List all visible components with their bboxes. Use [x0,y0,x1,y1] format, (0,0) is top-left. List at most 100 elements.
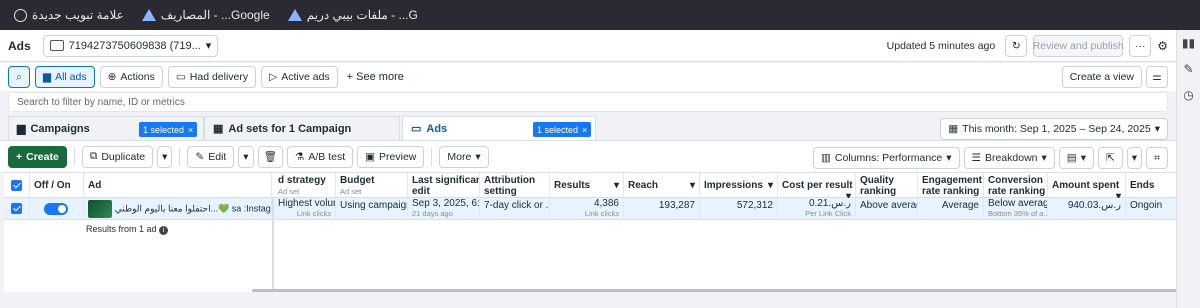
refresh-button[interactable]: ↻ [1005,35,1028,57]
chart-button[interactable]: ⌗ [1146,147,1168,169]
breakdown-button[interactable]: ☰ Breakdown ▾ [963,147,1055,169]
date-range-picker[interactable]: ▦ This month: Sep 1, 2025 – Sep 24, 2025… [940,118,1168,140]
more-options-button[interactable]: ··· [1129,35,1152,57]
col-amount-spent[interactable]: Amount spent ▾ [1048,173,1126,199]
ads-manager: Ads 7194273750609838 (719... ▾ Updated 5… [0,30,1176,308]
bookmark-new-tab[interactable]: علامة تبويب جديدة [14,8,124,22]
col-ad[interactable]: Ad [84,173,272,199]
columns-button[interactable]: ▥ Columns: Performance ▾ [812,147,960,169]
chart-icon[interactable]: ▮▮ [1182,36,1195,50]
duplicate-icon: ⧉ [89,150,98,162]
divider [431,147,433,166]
sliders-button[interactable]: ⚌ [1146,66,1168,88]
col-bid-strategy[interactable]: d strategy Ad set [274,173,336,199]
history-icon[interactable]: ◷ [1183,88,1193,102]
ab-test-button[interactable]: ⚗ A/B test [286,145,354,168]
pencil-icon: ✎ [195,150,205,163]
account-settings-icon[interactable]: ⚙ [1157,39,1168,53]
reports-icon: ▤ [1066,152,1077,164]
ad-name[interactable]: احتفلوا معنا باليوم الوطني...💚 sa :Insta… [115,204,271,214]
col-last-edit[interactable]: Last significant edit [408,173,480,199]
right-rail: ▮▮ ✎ ◷ [1176,30,1200,308]
close-icon[interactable]: × [188,125,193,135]
sort-icon[interactable]: ▾ [690,180,695,191]
chart-icon: ⌗ [1154,151,1160,164]
selected-badge[interactable]: 1 selected × [533,122,592,137]
drive-icon [287,9,302,21]
col-off-on[interactable]: Off / On [30,173,84,199]
ad-name-cell[interactable]: احتفلوا معنا باليوم الوطني...💚 sa :Insta… [84,198,272,220]
budget-cell: Using campaign... [336,198,408,220]
row-select-cell[interactable] [4,198,30,220]
more-button[interactable]: More ▾ [439,145,489,168]
folder-icon: ▆ [17,123,26,135]
selected-badge[interactable]: 1 selected × [139,122,198,137]
close-icon[interactable]: × [582,125,587,135]
col-impressions[interactable]: Impressions ▾ [700,173,778,199]
last-edit-cell: Sep 3, 2025, 6:4...21 days ago [408,198,480,220]
col-quality-ranking[interactable]: Quality ranking [856,173,918,199]
level-tabs: ▆ Campaigns 1 selected × ▦ Ad sets for 1 … [8,116,1176,140]
quality-cell: Above average [856,198,918,220]
sliders-icon: ⚌ [1152,71,1162,83]
row-checkbox[interactable] [11,203,22,214]
toggle-cell[interactable] [30,198,84,220]
ad-icon: ▭ [411,123,422,135]
reports-button[interactable]: ▤ ▾ [1058,147,1094,169]
chevron-down-icon: ▾ [475,150,481,163]
see-more-link[interactable]: + See more [343,71,408,83]
delete-button[interactable]: 🗑 [257,145,283,168]
search-button[interactable]: ⌕ [8,66,30,88]
col-attribution[interactable]: Attribution setting [480,173,550,199]
tab-ad-sets[interactable]: ▦ Ad sets for 1 Campaign [204,116,400,140]
review-publish-button[interactable]: Review and publish [1033,35,1124,57]
amount-spent-cell: ر.س.940.03 [1048,198,1126,220]
filter-all-ads[interactable]: ▆ All ads [35,66,95,88]
col-ends[interactable]: Ends [1126,173,1176,199]
col-conversion-ranking[interactable]: Conversion rate ranking [984,173,1048,199]
results-summary-row: Results from 1 ad i [4,220,1176,244]
filter-had-delivery[interactable]: ▭ Had delivery [167,66,257,88]
results-summary: Results from 1 ad i [86,224,169,235]
col-budget[interactable]: Budget Ad set [336,173,408,199]
edit-button[interactable]: ✎ Edit [187,145,235,168]
sort-icon[interactable]: ▾ [614,180,619,191]
preview-button[interactable]: ▣ Preview [357,145,425,168]
col-reach[interactable]: Reach ▾ [624,173,700,199]
sort-icon[interactable]: ▾ [768,180,773,191]
delivery-icon: ▭ [175,71,186,83]
export-dropdown[interactable]: ▾ [1126,147,1143,169]
col-cost-per-result[interactable]: Cost per result ▾ [778,173,856,199]
duplicate-dropdown[interactable]: ▾ [157,145,173,168]
ad-toggle[interactable] [44,203,68,215]
action-toolbar: + Create ⧉ Duplicate ▾ ✎ Edit ▾ 🗑 ⚗ A/B test… [0,140,1176,172]
edit-dropdown[interactable]: ▾ [238,145,254,168]
ends-cell: Ongoin [1130,200,1163,211]
export-button[interactable]: ⇱ [1097,147,1123,169]
create-button[interactable]: + Create [8,145,67,168]
col-results[interactable]: Results ▾ [550,173,624,199]
bookmark-files[interactable]: ملفات بيبي دريم - ...G [287,8,418,22]
breakdown-icon: ☰ [971,152,981,164]
account-icon [49,40,64,51]
search-input[interactable]: Search to filter by name, ID or metrics [8,92,1168,112]
filter-active-ads[interactable]: ▷ Active ads [261,66,338,88]
tab-campaigns[interactable]: ▆ Campaigns 1 selected × [8,116,204,140]
filter-actions[interactable]: ⊕ Actions [99,66,163,88]
select-all-checkbox[interactable] [11,180,22,191]
ad-thumbnail [88,200,112,218]
pencil-icon[interactable]: ✎ [1183,62,1193,76]
col-engagement-ranking[interactable]: Engagement rate ranking [918,173,984,199]
tab-ads[interactable]: ▭ Ads 1 selected × [402,116,596,140]
horizontal-scrollbar[interactable] [252,289,1176,292]
table-row[interactable]: احتفلوا معنا باليوم الوطني...💚 sa :Insta… [4,198,1176,220]
account-selector[interactable]: 7194273750609838 (719... ▾ [42,34,219,57]
divider [73,147,75,166]
create-view-button[interactable]: Create a view [1061,66,1142,88]
globe-icon [14,8,27,22]
duplicate-button[interactable]: ⧉ Duplicate [81,145,154,168]
info-icon[interactable]: i [159,226,169,235]
divider [179,147,181,166]
select-all-cell[interactable] [4,173,30,199]
bookmark-expenses[interactable]: المصاريف - ...Google [141,8,270,22]
